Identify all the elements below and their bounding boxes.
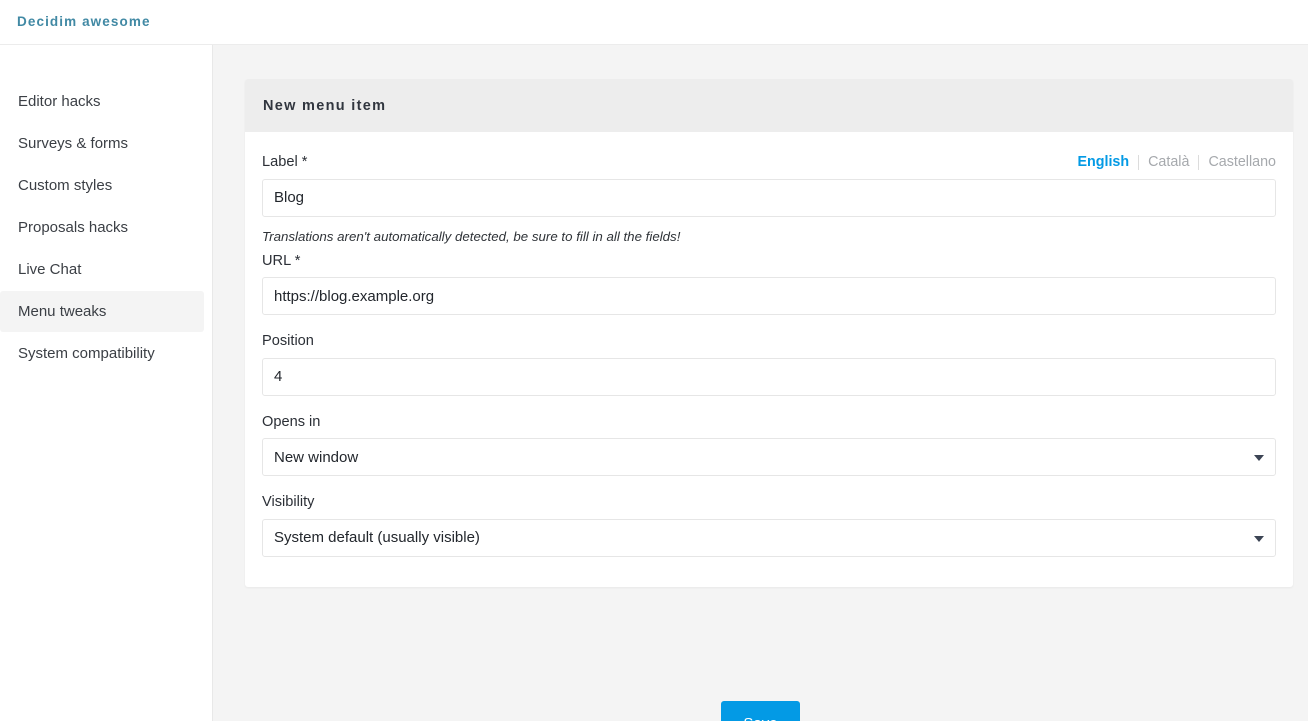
sidebar-item-live-chat[interactable]: Live Chat (0, 249, 204, 290)
sidebar-item-surveys-forms[interactable]: Surveys & forms (0, 123, 204, 164)
label-field-required-mark: * (301, 154, 308, 170)
sidebar-item-proposals-hacks[interactable]: Proposals hacks (0, 207, 204, 248)
opens-in-field-group: Opens in New window (262, 414, 1276, 477)
top-header-bar: Decidim awesome (0, 0, 1308, 45)
save-button[interactable]: Save (721, 701, 800, 721)
opens-in-field-label: Opens in (262, 413, 321, 430)
label-field-header: Label * English Català Castellano (262, 154, 1276, 172)
opens-in-field-header: Opens in (262, 414, 1276, 432)
translation-help-text: Translations aren't automatically detect… (262, 228, 681, 244)
label-field-label-text: Label (262, 154, 298, 170)
url-field-label: URL * (262, 253, 300, 271)
card-title: New menu item (263, 97, 387, 114)
opens-in-selected-value: New window (274, 448, 359, 466)
visibility-select[interactable]: System default (usually visible) (262, 518, 1276, 557)
chevron-down-icon (1254, 455, 1264, 462)
url-field-group: URL * (262, 253, 1276, 316)
chevron-down-icon (1254, 535, 1264, 542)
card-body: Label * English Català Castellano Transl… (245, 132, 1293, 587)
language-tab-english[interactable]: English (1068, 155, 1138, 170)
position-field-label: Position (262, 333, 314, 350)
sidebar-item-editor-hacks[interactable]: Editor hacks (0, 81, 204, 122)
url-field-required-mark: * (294, 252, 301, 269)
app-shell: Editor hacks Surveys & forms Custom styl… (0, 45, 1308, 721)
visibility-field-group: Visibility System default (usually visib… (262, 494, 1276, 557)
sidebar-item-system-compatibility[interactable]: System compatibility (0, 333, 204, 374)
opens-in-select[interactable]: New window (262, 438, 1276, 477)
form-actions: Save (213, 653, 1308, 721)
sidebar-item-menu-tweaks[interactable]: Menu tweaks (0, 291, 204, 332)
main-content-area: New menu item Label * English Català Cas… (213, 45, 1308, 721)
visibility-field-header: Visibility (262, 494, 1276, 512)
card-header: New menu item (245, 79, 1293, 132)
label-field-label: Label * (262, 154, 307, 172)
url-field-label-text: URL (262, 252, 291, 269)
language-tabs: English Català Castellano (1068, 154, 1276, 170)
position-field-header: Position (262, 333, 1276, 351)
app-brand-logo[interactable]: Decidim awesome (17, 15, 151, 29)
url-field-header: URL * (262, 253, 1276, 271)
sidebar-navigation: Editor hacks Surveys & forms Custom styl… (0, 45, 213, 721)
url-input[interactable] (262, 277, 1276, 316)
label-input[interactable] (262, 178, 1276, 217)
language-tab-castellano[interactable]: Castellano (1199, 155, 1276, 170)
position-input[interactable] (262, 357, 1276, 396)
position-field-group: Position (262, 333, 1276, 396)
visibility-field-label: Visibility (262, 494, 315, 511)
language-tab-catala[interactable]: Català (1139, 155, 1198, 170)
new-menu-item-card: New menu item Label * English Català Cas… (245, 79, 1293, 587)
visibility-selected-value: System default (usually visible) (274, 529, 480, 547)
label-field-group: Label * English Català Castellano Transl… (262, 154, 1276, 245)
sidebar-item-custom-styles[interactable]: Custom styles (0, 165, 204, 206)
